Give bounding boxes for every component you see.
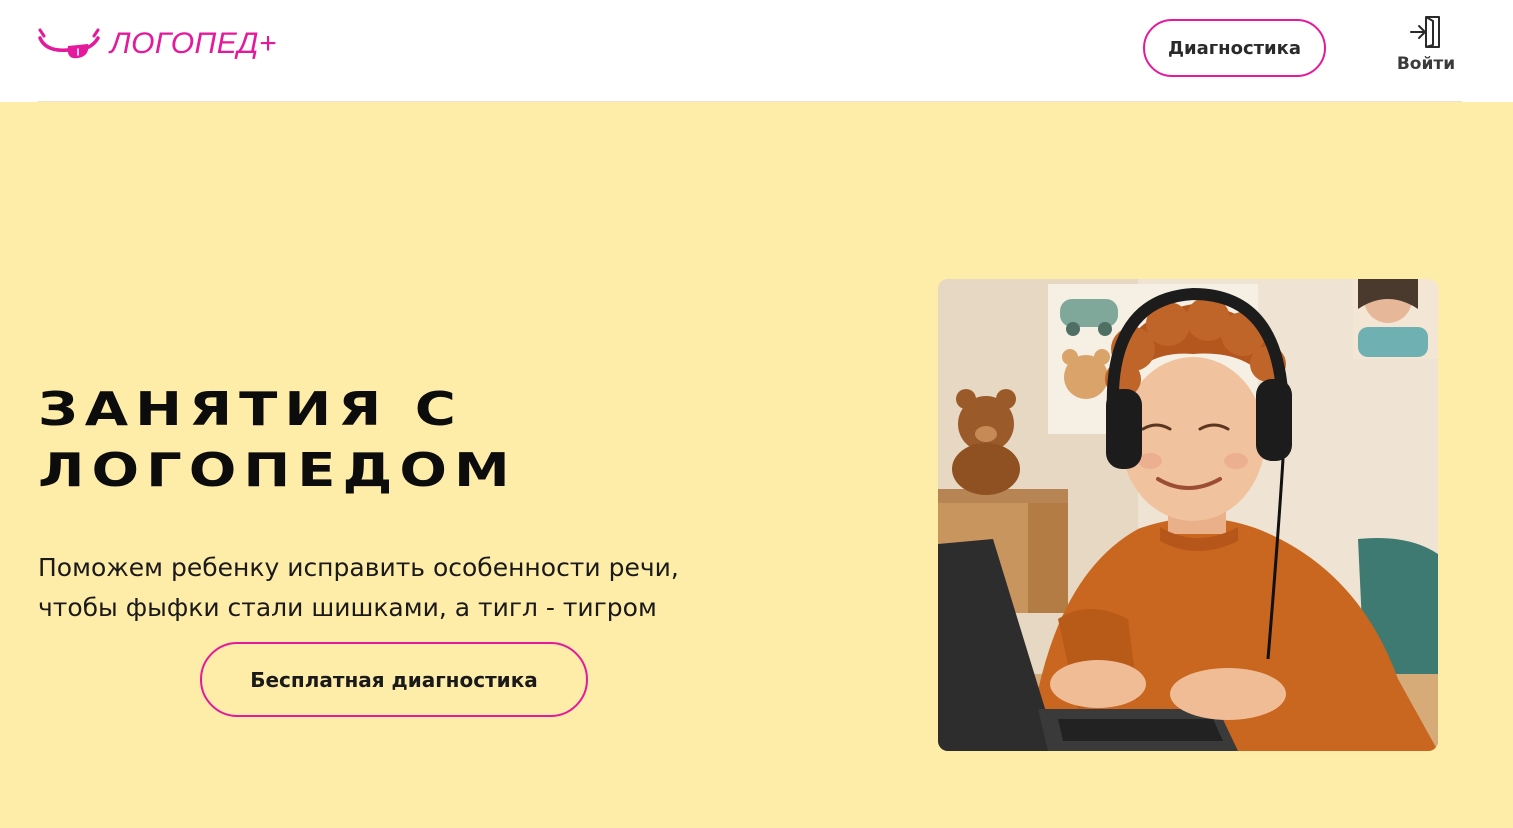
- login-label: Войти: [1396, 54, 1456, 74]
- hero-title: Занятия с логопедом: [38, 383, 517, 498]
- hero-photo: [938, 279, 1438, 751]
- diagnostics-button[interactable]: Диагностика: [1143, 19, 1326, 77]
- sign-in-door-icon: [1410, 16, 1440, 48]
- hero-subtitle: Поможем ребенку исправить особенности ре…: [38, 553, 679, 622]
- logo-text: ЛОГОПЕД+: [110, 27, 277, 60]
- logo-link[interactable]: ЛОГОПЕД+: [38, 24, 277, 64]
- site-header: ЛОГОПЕД+ Диагностика Войти: [0, 0, 1513, 101]
- tongue-smile-icon: [38, 28, 100, 59]
- free-diagnostics-button[interactable]: Бесплатная диагностика: [200, 642, 588, 717]
- login-button[interactable]: Войти: [1390, 14, 1462, 82]
